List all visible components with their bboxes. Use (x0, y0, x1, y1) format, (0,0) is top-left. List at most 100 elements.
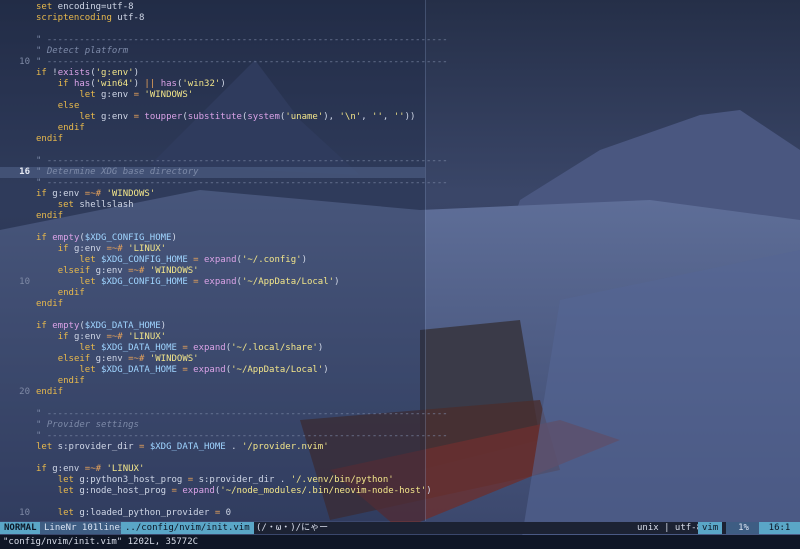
code-line[interactable]: elseif g:env =~# 'WINDOWS' (0, 354, 425, 365)
code-line[interactable]: " --------------------------------------… (0, 156, 448, 167)
code-token: =~# (106, 244, 123, 254)
code-token: . (225, 442, 242, 452)
code-line[interactable]: scriptencoding utf-8 (0, 13, 425, 24)
code-line[interactable]: if g:env =~# 'WINDOWS' (0, 189, 425, 200)
code-text: " --------------------------------------… (36, 178, 448, 189)
code-token: if (36, 321, 47, 331)
code-line[interactable]: if empty($XDG_CONFIG_HOME) (0, 233, 425, 244)
code-line[interactable]: let $XDG_CONFIG_HOME = expand('~/.config… (0, 255, 425, 266)
code-line[interactable] (0, 453, 425, 464)
code-token: expand (204, 277, 237, 287)
code-line[interactable]: set encoding=utf-8 (0, 2, 425, 13)
code-line[interactable]: endif (0, 134, 425, 145)
code-text: endif (36, 387, 63, 398)
code-token: ), (323, 112, 340, 122)
code-token: ) (220, 79, 226, 89)
line-number: 20 (19, 387, 30, 397)
code-token: $XDG_DATA_HOME (84, 321, 161, 331)
code-line[interactable] (0, 145, 425, 156)
code-text: let g:env = 'WINDOWS' (36, 90, 193, 101)
code-token: 'LINUX' (106, 464, 145, 474)
code-line[interactable]: if !exists('g:env') (0, 68, 425, 79)
code-token: g:env (95, 112, 134, 122)
status-face-text: (/・ω・)/にゃー (256, 523, 329, 533)
code-line[interactable] (0, 222, 425, 233)
code-token: endif (57, 288, 85, 298)
code-text: let $XDG_DATA_HOME = expand('~/AppData/L… (36, 365, 328, 376)
code-line[interactable]: " --------------------------------------… (0, 409, 448, 420)
code-line[interactable] (0, 24, 425, 35)
code-line[interactable]: let g:env = 'WINDOWS' (0, 90, 425, 101)
code-token: 'g:env' (95, 68, 134, 78)
code-line[interactable]: 10 " ------------------------------------… (0, 57, 448, 68)
code-token: s:provider_dir . (193, 475, 291, 485)
code-line[interactable]: endif (0, 123, 425, 134)
code-line[interactable]: else (0, 101, 425, 112)
code-line[interactable]: " --------------------------------------… (0, 35, 448, 46)
code-token: g:env (68, 332, 107, 342)
code-line[interactable]: let s:provider_dir = $XDG_DATA_HOME . '/… (0, 442, 425, 453)
code-line[interactable]: set shellslash (0, 200, 425, 211)
window-split-divider[interactable] (425, 0, 426, 521)
code-line[interactable]: let $XDG_DATA_HOME = expand('~/.local/sh… (0, 343, 425, 354)
line-number: 10 (19, 508, 30, 518)
code-token: 'WINDOWS' (106, 189, 156, 199)
code-line[interactable]: endif (0, 211, 425, 222)
code-token: ) (160, 321, 167, 331)
editor-window[interactable]: set encoding=utf-8 scriptencoding utf-8 " … (0, 0, 800, 521)
code-token: =~# (84, 464, 102, 474)
code-line[interactable]: endif (0, 376, 425, 387)
code-line[interactable]: 10 let $XDG_CONFIG_HOME = expand('~/AppD… (0, 277, 425, 288)
code-text: " Provider settings (36, 420, 139, 431)
code-line[interactable]: endif (0, 288, 425, 299)
code-token: empty (52, 233, 80, 243)
code-token: ) (426, 486, 432, 496)
code-token: " Determine XDG base directory (36, 167, 199, 177)
code-line[interactable]: " --------------------------------------… (0, 178, 448, 189)
code-line[interactable]: " Provider settings (0, 420, 425, 431)
code-text: if g:env =~# 'LINUX' (36, 244, 166, 255)
code-line[interactable]: " Detect platform (0, 46, 425, 57)
code-token: '~/.local/share' (231, 343, 318, 353)
code-line[interactable]: let g:python3_host_prog = s:provider_dir… (0, 475, 425, 486)
code-line[interactable] (0, 398, 425, 409)
code-line[interactable]: elseif g:env =~# 'WINDOWS' (0, 266, 425, 277)
command-line[interactable]: "config/nvim/init.vim" 1202L, 35772C (0, 535, 800, 549)
code-line[interactable]: 20 endif (0, 387, 425, 398)
code-token: ! (46, 68, 58, 78)
code-token: '' (393, 112, 405, 122)
code-token: $XDG_CONFIG_HOME (84, 233, 172, 243)
code-line[interactable]: let $XDG_DATA_HOME = expand('~/AppData/L… (0, 365, 425, 376)
code-line[interactable]: let g:env = toupper(substitute(system('u… (0, 112, 425, 123)
code-buffer[interactable]: set encoding=utf-8 scriptencoding utf-8 " … (0, 0, 448, 521)
code-line[interactable] (0, 310, 425, 321)
code-token: =~# (106, 332, 123, 342)
code-line[interactable]: if g:env =~# 'LINUX' (0, 332, 425, 343)
code-line[interactable]: if empty($XDG_DATA_HOME) (0, 321, 425, 332)
code-line[interactable]: 16 " Determine XDG base directory (0, 167, 425, 178)
code-line[interactable]: " --------------------------------------… (0, 431, 448, 442)
code-line[interactable]: let g:node_host_prog = expand('~/node_mo… (0, 486, 432, 497)
code-token: empty (52, 321, 80, 331)
code-token: system (247, 112, 280, 122)
code-line[interactable]: if g:env =~# 'LINUX' (0, 464, 425, 475)
code-line[interactable]: 10 let g:loaded_python_provider = 0 (0, 508, 425, 519)
code-token: endif (36, 134, 64, 144)
code-line[interactable]: endif (0, 299, 425, 310)
code-line[interactable]: if has('win64') || has('win32') (0, 79, 425, 90)
code-line[interactable] (0, 497, 425, 508)
code-token: if (57, 79, 69, 89)
code-token: '/.venv/bin/python' (290, 475, 394, 485)
code-text: elseif g:env =~# 'WINDOWS' (36, 266, 199, 277)
code-token: elseif (57, 354, 91, 364)
code-line[interactable]: if g:env =~# 'LINUX' (0, 244, 425, 255)
